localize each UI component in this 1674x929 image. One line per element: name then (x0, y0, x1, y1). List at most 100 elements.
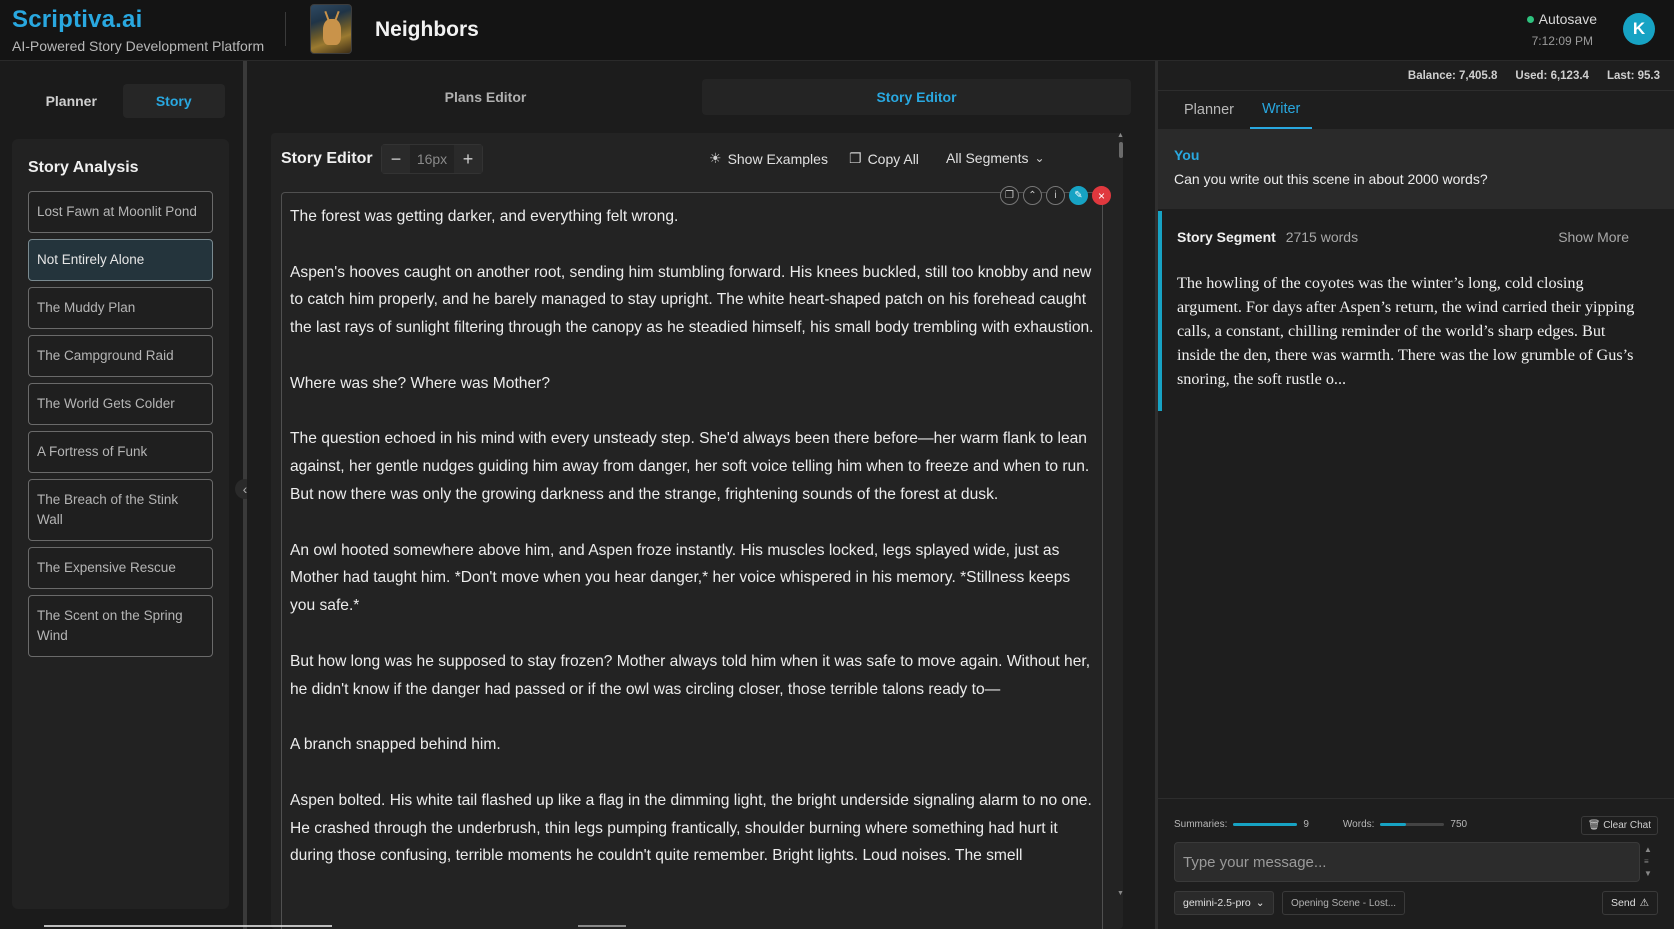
copy-icon: ❐ (849, 150, 862, 166)
header-divider (285, 12, 286, 46)
close-icon[interactable]: × (1092, 186, 1111, 205)
clear-chat-label: Clear Chat (1603, 820, 1651, 831)
segments-dropdown[interactable]: All Segments ⌄ (946, 150, 1045, 166)
tab-story-editor[interactable]: Story Editor (702, 79, 1131, 115)
tab-story[interactable]: Story (122, 84, 225, 118)
bottom-scroll-indicator-secondary (578, 925, 626, 927)
brand-name[interactable]: Scriptiva.ai (12, 6, 264, 34)
tab-planner[interactable]: Planner (20, 84, 123, 118)
chevron-down-icon: ⌄ (1034, 151, 1045, 165)
tab-planner-assistant[interactable]: Planner (1172, 91, 1246, 129)
autosave-label: Autosave (1538, 11, 1597, 27)
user-avatar[interactable]: K (1623, 13, 1655, 45)
story-paragraph: A branch snapped behind him. (290, 736, 501, 754)
last-stat: Last: 95.3 (1606, 69, 1660, 82)
story-paragraph: Aspen bolted. His white tail flashed up … (290, 791, 1092, 865)
segment-item[interactable]: A Fortress of Funk (28, 431, 213, 473)
clear-chat-button[interactable]: 🗑 Clear Chat (1580, 816, 1658, 835)
assistant-tabs: Planner Writer (1158, 91, 1674, 129)
story-editor-card: Story Editor − 16px + ☀ Show Examples ❐ … (271, 133, 1123, 929)
segment-item[interactable]: Lost Fawn at Moonlit Pond (28, 191, 213, 233)
brand-tagline: AI-Powered Story Development Platform (12, 38, 265, 54)
bottom-scroll-indicator (44, 925, 332, 927)
autosave-time: 7:12:09 PM (1531, 34, 1593, 48)
model-select[interactable]: gemini-2.5-pro ⌄ (1174, 891, 1274, 915)
story-paragraph: The question echoed in his mind with eve… (290, 430, 1090, 503)
scroll-up-icon[interactable]: ▲ (1117, 132, 1124, 139)
chevron-down-icon: ⌄ (1255, 897, 1265, 909)
project-cover-image[interactable] (310, 4, 352, 54)
story-text-area[interactable]: The forest was getting darker, and every… (281, 192, 1103, 929)
scene-context-chip[interactable]: Opening Scene - Lost... (1282, 891, 1406, 915)
segment-item[interactable]: The Expensive Rescue (28, 547, 213, 589)
summaries-slider[interactable] (1233, 823, 1298, 826)
send-button[interactable]: Send ⚠ (1602, 891, 1658, 915)
summaries-value: 9 (1303, 819, 1309, 830)
segment-list: Lost Fawn at Moonlit Pond Not Entirely A… (28, 191, 213, 663)
left-sidebar: Planner Story Story Analysis Lost Fawn a… (0, 61, 243, 929)
trash-icon: 🗑 (1587, 820, 1601, 831)
chat-composer: Summaries: 9 Words: 750 🗑 Clear Chat ▲≡▼… (1158, 798, 1674, 929)
story-paragraph: An owl hooted somewhere above him, and A… (290, 541, 1071, 615)
right-panel: Balance: 7,405.8 Used: 6,123.4 Last: 95.… (1158, 61, 1674, 929)
story-paragraph: But how long was he supposed to stay fro… (290, 652, 1091, 698)
story-text[interactable]: The forest was getting darker, and every… (282, 193, 1102, 870)
info-icon[interactable]: i (1046, 186, 1065, 205)
brand[interactable]: Scriptiva.ai AI-Powered Story Developmen… (12, 6, 264, 54)
segment-item[interactable]: The Muddy Plan (28, 287, 213, 329)
editor-scrollbar[interactable]: ▲ ▼ (1117, 132, 1125, 897)
font-decrease-minus-icon[interactable]: − (382, 145, 410, 173)
words-label: Words: (1342, 819, 1375, 830)
cover-deer (323, 19, 341, 45)
assistant-story-segment: Story Segment 2715 words Show More The h… (1158, 211, 1674, 411)
font-size-control: − 16px + (381, 144, 483, 174)
used-stat: Used: 6,123.4 (1515, 69, 1589, 82)
user-message-text: Can you write out this scene in about 20… (1174, 171, 1488, 187)
font-increase-plus-icon[interactable]: + (454, 145, 482, 173)
segment-item[interactable]: The World Gets Colder (28, 383, 213, 425)
segment-item[interactable]: The Scent on the Spring Wind (28, 595, 213, 657)
lightbulb-icon: ☀ (709, 150, 722, 166)
summaries-slider-fill (1233, 823, 1298, 826)
editor-toolbar: Story Editor − 16px + ☀ Show Examples ❐ … (271, 133, 1123, 183)
segment-header: Story Segment 2715 words (1177, 229, 1358, 245)
story-analysis-title: Story Analysis (28, 159, 139, 176)
scroll-thumb[interactable] (1119, 142, 1123, 158)
story-paragraph: Aspen's hooves caught on another root, s… (290, 263, 1094, 337)
story-analysis-panel: Story Analysis Lost Fawn at Moonlit Pond… (12, 139, 229, 909)
segment-item[interactable]: The Breach of the Stink Wall (28, 479, 213, 541)
words-slider[interactable] (1380, 823, 1445, 826)
scroll-down-icon[interactable]: ▼ (1117, 890, 1124, 897)
story-paragraph: The forest was getting darker, and every… (290, 208, 679, 225)
show-examples-button[interactable]: ☀ Show Examples (709, 150, 828, 167)
edit-pencil-icon[interactable]: ✎ (1069, 186, 1088, 205)
input-scroll-arrows[interactable]: ▲ ≡ ▼ (1644, 844, 1652, 880)
left-tabs: Planner Story (20, 84, 225, 118)
duplicate-icon[interactable]: ❐ (1000, 186, 1019, 205)
send-label: Send (1611, 897, 1636, 909)
story-paragraph: Where was she? Where was Mother? (290, 374, 550, 392)
tab-writer[interactable]: Writer (1249, 91, 1313, 129)
segment-accent-bar (1158, 211, 1162, 411)
tab-plans-editor[interactable]: Plans Editor (271, 79, 700, 115)
show-more-button[interactable]: Show More (1558, 229, 1629, 245)
user-message-author: You (1174, 147, 1200, 163)
copy-all-label: Copy All (867, 150, 919, 167)
words-slider-fill (1380, 823, 1407, 826)
chevron-up-icon[interactable]: ⌃ (1023, 186, 1042, 205)
user-message: You Can you write out this scene in abou… (1158, 129, 1674, 209)
segment-word-count: 2715 words (1285, 229, 1359, 245)
show-examples-label: Show Examples (727, 150, 828, 167)
segment-action-buttons: ❐ ⌃ i ✎ × (1000, 186, 1111, 205)
editor-tabs: Plans Editor Story Editor (271, 79, 1131, 115)
words-value: 750 (1450, 819, 1468, 830)
model-select-value: gemini-2.5-pro (1183, 897, 1251, 909)
context-sliders: Summaries: 9 Words: 750 (1174, 819, 1467, 830)
project-title: Neighbors (375, 18, 479, 41)
usage-stats: Balance: 7,405.8 Used: 6,123.4 Last: 95.… (1158, 61, 1674, 91)
segment-item-active[interactable]: Not Entirely Alone (28, 239, 213, 281)
summaries-label: Summaries: (1174, 819, 1228, 830)
segment-item[interactable]: The Campground Raid (28, 335, 213, 377)
message-input[interactable] (1174, 842, 1640, 882)
copy-all-button[interactable]: ❐ Copy All (849, 150, 919, 167)
